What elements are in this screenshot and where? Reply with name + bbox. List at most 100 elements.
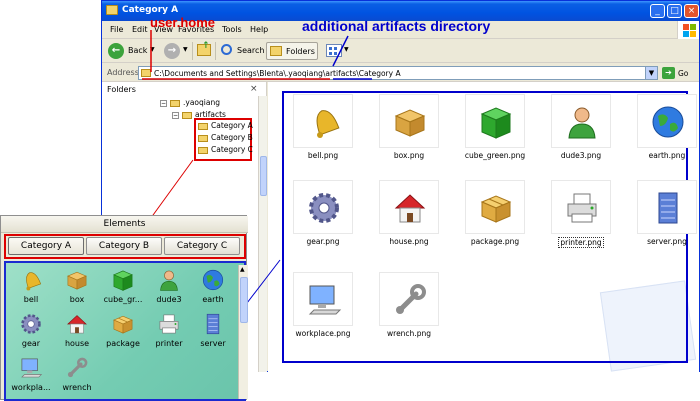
file-thumbnail [293, 94, 353, 148]
tree-label: .yaoqiang [183, 98, 220, 107]
cube-icon [476, 102, 516, 144]
address-field[interactable]: C:\Documents and Settings\Blenta\.yaoqia… [138, 66, 658, 80]
back-dropdown-icon[interactable]: ▼ [150, 46, 155, 53]
folder-icon [198, 122, 208, 130]
collapse-icon[interactable]: − [172, 111, 179, 119]
file-thumbnail [551, 94, 611, 148]
palette-item-label: server [200, 339, 226, 348]
views-icon[interactable] [326, 44, 342, 57]
server-icon [200, 311, 226, 337]
palette-item[interactable]: cube_gr... [100, 267, 146, 311]
file-item[interactable]: server.png [634, 180, 700, 248]
file-thumbnail [379, 272, 439, 326]
file-item[interactable]: earth.png [634, 94, 700, 162]
file-item[interactable]: box.png [376, 94, 442, 162]
workstation-icon [18, 355, 44, 381]
menu-file[interactable]: File [110, 25, 123, 34]
collapse-icon[interactable]: − [160, 99, 167, 107]
search-icon[interactable] [221, 44, 232, 55]
palette-item[interactable]: bell [8, 267, 54, 311]
tab-category-b[interactable]: Category B [86, 237, 162, 255]
folders-scrollbar[interactable] [258, 96, 267, 372]
palette-item[interactable]: workpla... [8, 355, 54, 399]
package-icon [110, 311, 136, 337]
go-arrow-icon[interactable]: ➔ [662, 67, 675, 79]
file-item[interactable]: wrench.png [376, 272, 442, 340]
scroll-up-icon[interactable]: ▲ [240, 266, 245, 273]
tree-item-category-c[interactable]: Category C [198, 145, 253, 154]
file-item[interactable]: bell.png [290, 94, 356, 162]
elements-scrollbar[interactable]: ▲ [238, 265, 248, 399]
palette-item[interactable]: package [100, 311, 146, 355]
palette-item[interactable]: wrench [54, 355, 100, 399]
search-button[interactable]: Search [237, 46, 264, 55]
palette-item-label: bell [23, 295, 39, 304]
back-button[interactable]: Back [128, 46, 147, 55]
window-title: Category A [122, 5, 179, 15]
cube-icon [110, 267, 136, 293]
folder-icon [198, 146, 208, 154]
palette-item[interactable]: box [54, 267, 100, 311]
tab-category-a[interactable]: Category A [8, 237, 84, 255]
folder-icon [106, 5, 118, 15]
folders-icon [270, 46, 282, 56]
menu-tools[interactable]: Tools [222, 25, 242, 34]
back-arrow-icon[interactable]: ← [108, 43, 124, 59]
scrollbar-thumb[interactable] [240, 277, 248, 323]
palette-item[interactable]: house [54, 311, 100, 355]
file-name: package.png [470, 237, 520, 246]
elements-panel: Elements Category A Category B Category … [0, 215, 248, 401]
elements-panel-title: Elements [1, 216, 248, 233]
gear-icon [18, 311, 44, 337]
file-name: server.png [647, 237, 687, 246]
file-item[interactable]: printer.png [548, 180, 614, 248]
address-dropdown-icon[interactable]: ▼ [645, 67, 657, 79]
file-name: printer.png [558, 237, 604, 248]
tree-item-category-a[interactable]: Category A [198, 121, 253, 130]
windows-logo-icon [677, 21, 699, 39]
palette-item[interactable]: earth [190, 267, 236, 311]
file-view: bell.png box.png cube_green.png dude3.png ea… [268, 82, 699, 372]
go-button[interactable]: Go [678, 69, 688, 78]
file-item[interactable]: dude3.png [548, 94, 614, 162]
wrench-icon [390, 280, 430, 322]
address-bar: Address C:\Documents and Settings\Blenta… [102, 64, 699, 82]
file-name: dude3.png [560, 151, 602, 160]
forward-dropdown-icon[interactable]: ▼ [183, 46, 188, 53]
file-thumbnail [379, 94, 439, 148]
scrollbar-thumb[interactable] [260, 156, 267, 196]
menu-edit[interactable]: Edit [132, 25, 148, 34]
file-item[interactable]: gear.png [290, 180, 356, 248]
file-item[interactable]: cube_green.png [462, 94, 528, 162]
file-item[interactable]: house.png [376, 180, 442, 248]
minimize-button[interactable]: _ [650, 4, 665, 18]
maximize-button[interactable]: □ [667, 4, 682, 18]
file-item[interactable]: workplace.png [290, 272, 356, 340]
palette-item[interactable]: gear [8, 311, 54, 355]
workstation-icon [304, 280, 344, 322]
tree-item-category-b[interactable]: Category B [198, 133, 253, 142]
file-name: gear.png [306, 237, 340, 246]
folders-pane-title: Folders [107, 85, 136, 94]
file-item[interactable]: package.png [462, 180, 528, 248]
server-icon [648, 188, 688, 230]
tree-item-yaoqiang[interactable]: − .yaoqiang [160, 98, 220, 107]
tree-label: Category B [211, 133, 253, 142]
toolbar: ← Back ▼ → ▼ ↑ Search Folders ▼ [102, 39, 699, 63]
menu-help[interactable]: Help [250, 25, 268, 34]
printer-icon [562, 188, 602, 230]
folders-pane-close-icon[interactable]: × [250, 84, 258, 94]
tab-category-c[interactable]: Category C [164, 237, 240, 255]
palette-item[interactable]: server [190, 311, 236, 355]
up-folder-icon[interactable]: ↑ [197, 41, 211, 56]
palette-item[interactable]: printer [146, 311, 192, 355]
palette-item[interactable]: dude3 [146, 267, 192, 311]
views-dropdown-icon[interactable]: ▼ [344, 46, 349, 53]
forward-arrow-icon[interactable]: → [164, 43, 180, 59]
folder-icon [182, 111, 192, 119]
file-thumbnail [637, 180, 697, 234]
folders-button[interactable]: Folders [266, 42, 318, 60]
person-icon [562, 102, 602, 144]
palette-item-label: package [106, 339, 140, 348]
close-button[interactable]: × [684, 4, 699, 18]
